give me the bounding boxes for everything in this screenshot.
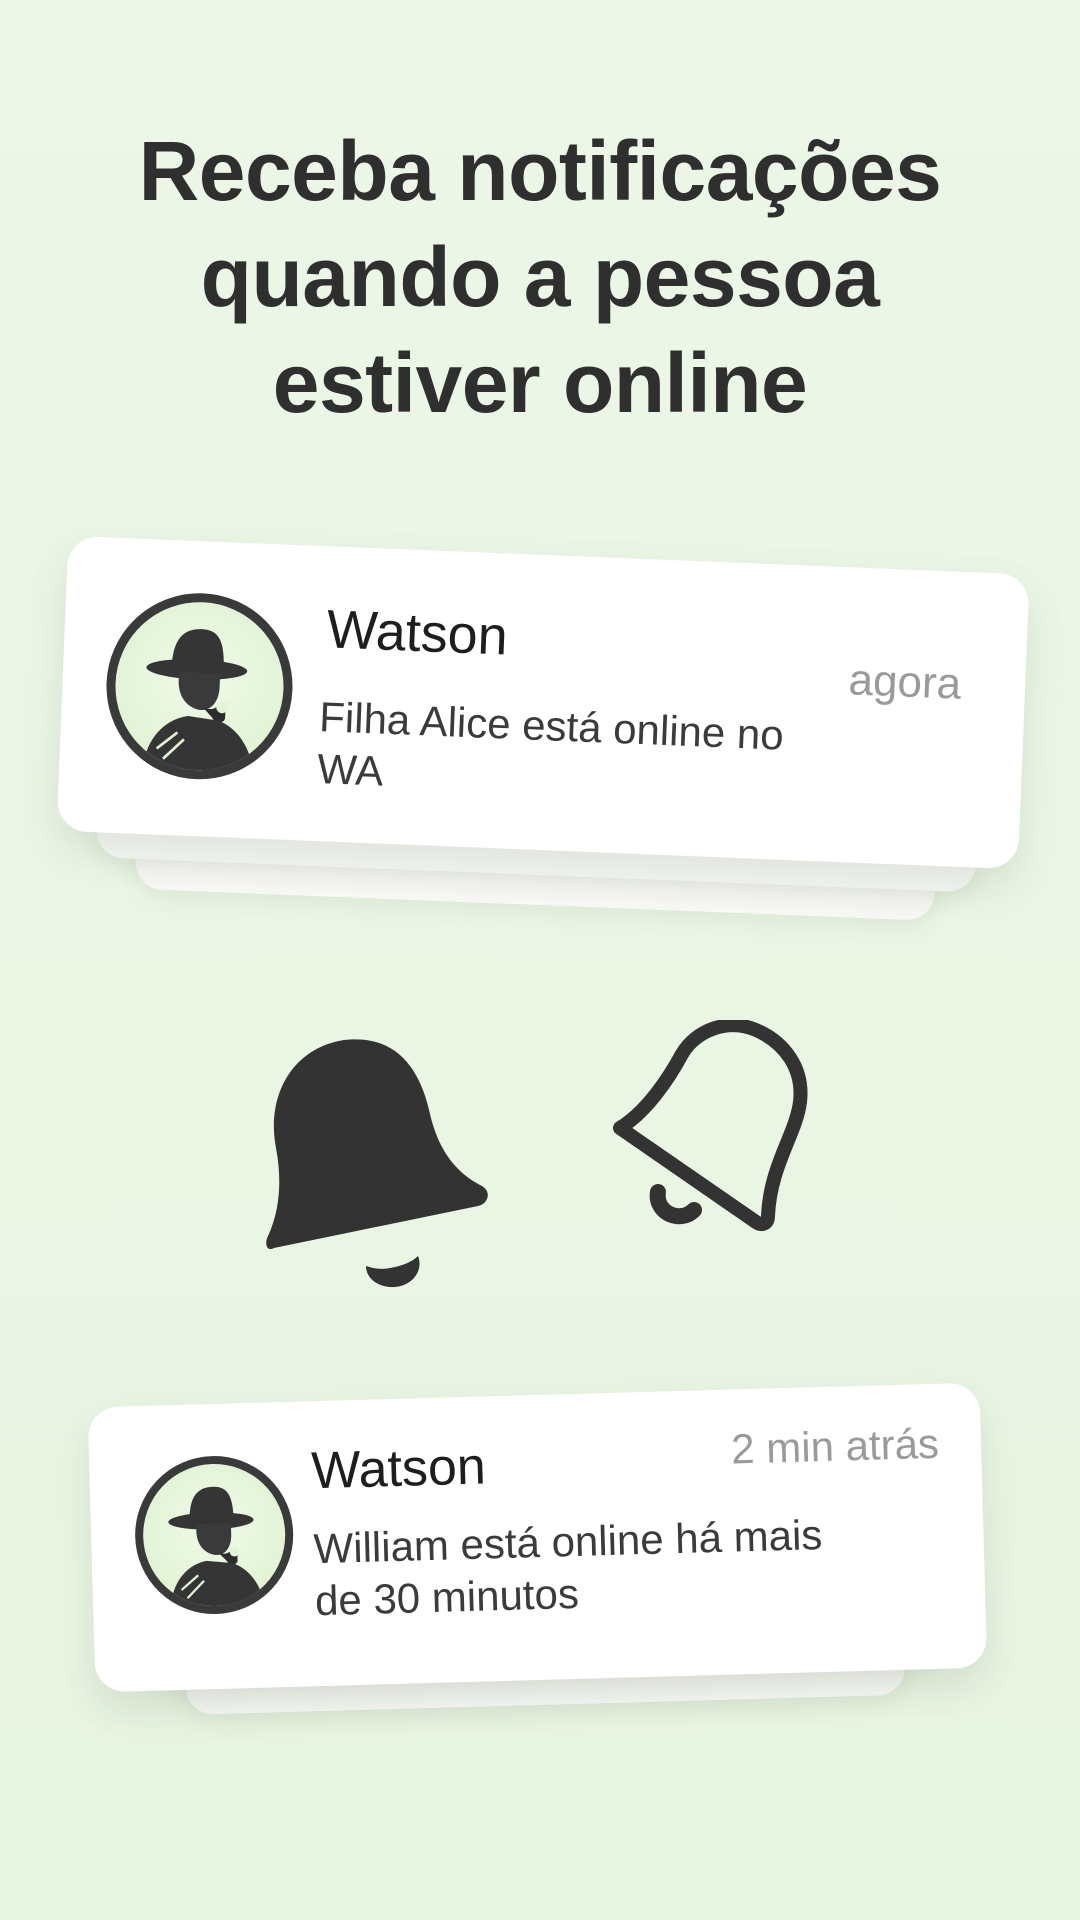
notification-stack-1: Watson agora Filha Alice está online no … [52, 535, 1030, 974]
page-title-line-3: estiver online [272, 336, 808, 430]
detective-avatar-icon [133, 1453, 296, 1617]
page-title-line-2: quando a pessoa [200, 230, 880, 324]
notification-title: Watson [310, 1437, 487, 1501]
page-title-line-1: Receba notificações [138, 124, 942, 218]
notification-card[interactable]: Watson agora Filha Alice está online no … [56, 535, 1030, 870]
notification-card[interactable]: Watson 2 min atrás William está online h… [87, 1382, 988, 1693]
notification-time: agora [847, 655, 963, 709]
detective-silhouette [168, 1486, 265, 1608]
detective-avatar-icon [102, 589, 297, 783]
notification-time: 2 min atrás [730, 1419, 940, 1473]
notification-stack-2: Watson 2 min atrás William está online h… [87, 1382, 989, 1738]
bell-filled-icon [266, 1039, 488, 1288]
notification-message: Filha Alice está online no WA [316, 693, 785, 795]
page-title: Receba notificações quando a pessoa esti… [0, 118, 1080, 436]
bell-outline-icon [613, 1020, 808, 1231]
detective-silhouette [142, 629, 254, 773]
notification-message: William está online há mais de 30 minuto… [312, 1511, 823, 1625]
notification-title: Watson [325, 599, 510, 667]
